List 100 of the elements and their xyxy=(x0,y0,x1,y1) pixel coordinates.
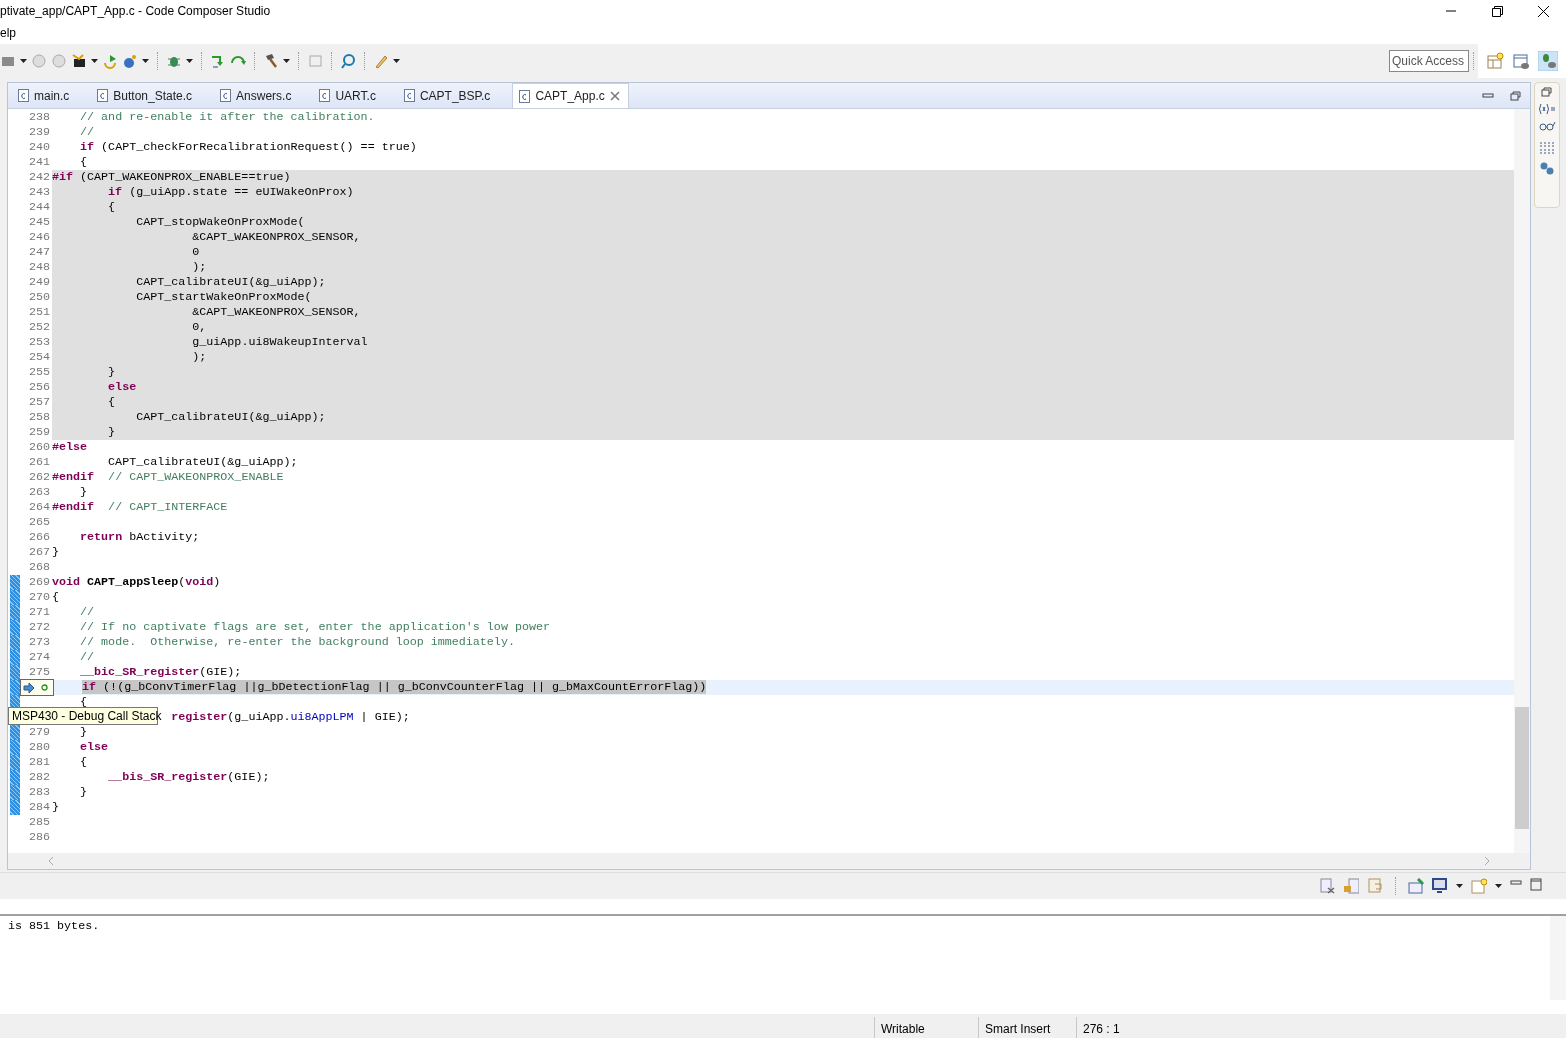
line-number: 251 xyxy=(27,305,51,320)
display-console-icon[interactable] xyxy=(1432,878,1448,894)
function-name: CAPT_appSleep xyxy=(86,575,179,589)
preprocessor-directive: #if xyxy=(52,170,74,184)
quick-access-field[interactable]: Quick Access xyxy=(1389,50,1469,72)
pin-console-icon[interactable] xyxy=(1408,878,1424,894)
debug-perspective-icon[interactable] xyxy=(1538,51,1558,71)
line-number: 241 xyxy=(27,155,51,170)
code-comment: // mode. Otherwise, re-enter the background loop immediately. xyxy=(80,635,515,649)
line-number: 250 xyxy=(27,290,51,305)
scroll-lock-icon[interactable] xyxy=(1343,878,1359,894)
memory-icon[interactable] xyxy=(1539,141,1555,155)
code-text: CAPT_stopWakeOnProxMode( xyxy=(136,215,305,229)
line-number: 269 xyxy=(27,575,51,590)
code-text: 0 xyxy=(192,245,200,259)
editor-tab[interactable]: UART.c xyxy=(313,83,384,108)
c-file-icon xyxy=(220,89,232,102)
caret-icon[interactable] xyxy=(91,59,98,63)
caret-icon[interactable] xyxy=(186,59,193,63)
write-mode-status: Writable xyxy=(874,1017,978,1038)
code-text: (CAPT_checkForRecalibrationRequest() == true) xyxy=(100,140,417,154)
keyword: register xyxy=(171,710,228,724)
code-text: (g_uiApp.state == eUIWakeOnProx) xyxy=(128,185,354,199)
keyword: __bis_SR_register xyxy=(108,770,228,784)
restore-icon[interactable] xyxy=(1510,90,1522,101)
hammer-icon[interactable] xyxy=(263,53,279,69)
code-text: ); xyxy=(192,350,207,364)
line-number: 274 xyxy=(27,650,51,665)
code-text: (g_uiApp. xyxy=(227,710,291,724)
caret-icon[interactable] xyxy=(283,59,290,63)
variables-icon[interactable] xyxy=(1538,103,1556,115)
line-number: 253 xyxy=(27,335,51,350)
line-number: 256 xyxy=(27,380,51,395)
scroll-left-icon[interactable] xyxy=(48,856,54,866)
editor-tab[interactable]: main.c xyxy=(12,83,78,108)
breakpoint-icon xyxy=(41,684,48,691)
code-text: } xyxy=(80,725,88,739)
editor-tab[interactable]: Answers.c xyxy=(214,83,300,108)
line-number: 258 xyxy=(27,410,51,425)
line-number: 242 xyxy=(27,170,51,185)
line-number: 263 xyxy=(27,485,51,500)
code-comment: // xyxy=(80,125,95,139)
code-comment: // and re-enable it after the calibration. xyxy=(80,110,375,124)
caret-icon[interactable] xyxy=(393,59,400,63)
close-icon[interactable] xyxy=(609,91,620,101)
c-file-icon xyxy=(519,89,531,103)
c-file-icon xyxy=(403,89,415,102)
line-number: 283 xyxy=(27,785,51,800)
preprocessor-directive: #endif xyxy=(52,470,95,484)
line-number: 255 xyxy=(27,365,51,380)
line-number: 245 xyxy=(27,215,51,230)
code-text: { xyxy=(108,200,116,214)
arrow-icon xyxy=(23,682,35,693)
minimize-icon[interactable] xyxy=(1482,90,1494,101)
line-number: 282 xyxy=(27,770,51,785)
editor-tab[interactable]: CAPT_App.c xyxy=(512,83,629,108)
horizontal-scrollbar[interactable] xyxy=(8,853,1530,869)
close-icon xyxy=(1537,5,1549,17)
c-file-icon xyxy=(319,89,331,102)
new-console-icon[interactable] xyxy=(1471,878,1487,894)
line-number: 286 xyxy=(27,830,51,845)
caret-icon[interactable] xyxy=(20,59,27,63)
vertical-scrollbar[interactable] xyxy=(1550,916,1566,1000)
maximize-icon[interactable] xyxy=(1530,878,1542,894)
restore-icon[interactable] xyxy=(1541,87,1553,97)
code-text: 0, xyxy=(192,320,207,334)
caret-icon[interactable] xyxy=(142,59,149,63)
search-icon[interactable] xyxy=(340,53,356,69)
code-text: } xyxy=(52,800,59,814)
caret-icon[interactable] xyxy=(1456,884,1463,888)
scroll-thumb[interactable] xyxy=(1515,707,1529,829)
editor-tab[interactable]: CAPT_BSP.c xyxy=(397,83,499,108)
editor-tab[interactable]: Button_State.c xyxy=(91,83,201,108)
clear-console-icon[interactable] xyxy=(1319,878,1335,894)
code-text: { xyxy=(80,695,88,709)
caret-icon[interactable] xyxy=(1495,884,1502,888)
perspective-icon[interactable] xyxy=(1512,52,1530,70)
vertical-scrollbar[interactable] xyxy=(1514,109,1530,853)
line-number: 243 xyxy=(27,185,51,200)
word-wrap-icon[interactable] xyxy=(1367,878,1383,894)
code-text: | GIE); xyxy=(359,710,410,724)
code-text: } xyxy=(108,365,116,379)
ball-icon[interactable] xyxy=(122,53,138,69)
menu-item[interactable]: elp xyxy=(0,22,16,44)
registers-icon[interactable] xyxy=(1539,161,1555,175)
code-text: CAPT_startWakeOnProxMode( xyxy=(136,290,312,304)
line-number: 267 xyxy=(27,545,51,560)
chip-icon[interactable] xyxy=(71,53,87,69)
line-number: 239 xyxy=(27,125,51,140)
open-perspective-icon[interactable] xyxy=(1486,52,1504,70)
keyword: return xyxy=(80,530,123,544)
line-number: 244 xyxy=(27,200,51,215)
preprocessor-directive: #else xyxy=(52,440,88,454)
code-text: } xyxy=(80,785,88,799)
code-text: ( xyxy=(178,575,186,589)
line-number: 262 xyxy=(27,470,51,485)
scroll-right-icon[interactable] xyxy=(1484,856,1490,866)
console-output: is 851 bytes. xyxy=(8,918,101,935)
line-number: 270 xyxy=(27,590,51,605)
step-over-icon[interactable] xyxy=(210,53,226,69)
